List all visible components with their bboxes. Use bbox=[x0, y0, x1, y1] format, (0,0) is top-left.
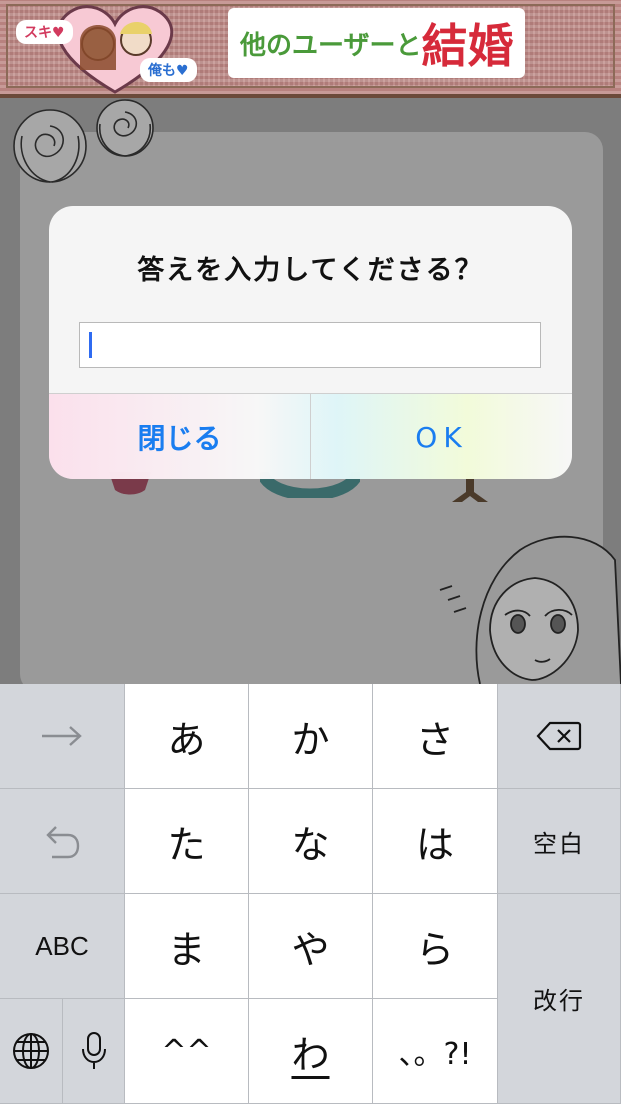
kana-key-ya[interactable]: や bbox=[249, 894, 373, 999]
banner-title: 他のユーザーと 結婚 bbox=[228, 8, 526, 78]
kana-key-label: わ bbox=[291, 1032, 330, 1077]
microphone-key[interactable] bbox=[63, 999, 125, 1104]
delete-key[interactable] bbox=[498, 684, 621, 789]
undo-key[interactable] bbox=[0, 789, 125, 894]
ok-button[interactable]: OK bbox=[311, 394, 572, 479]
abc-key-label: ABC bbox=[35, 930, 89, 961]
kana-key-ka[interactable]: か bbox=[249, 684, 373, 789]
delete-icon bbox=[536, 721, 582, 751]
ad-banner[interactable]: スキ♥ 俺も♥ 他のユーザーと 結婚 bbox=[0, 0, 621, 98]
kana-key-label: か bbox=[291, 717, 330, 762]
next-candidate-key[interactable] bbox=[0, 684, 125, 789]
kana-key-ta[interactable]: た bbox=[125, 789, 249, 894]
text-caret bbox=[89, 332, 92, 358]
couple-heart-illustration bbox=[56, 5, 174, 94]
kana-key-ha[interactable]: は bbox=[373, 789, 498, 894]
banner-title-main: 結婚 bbox=[421, 19, 514, 73]
punctuation-key[interactable]: 、。?! bbox=[373, 999, 498, 1104]
roses-decoration bbox=[13, 99, 154, 183]
emoticon-key[interactable]: ^^ bbox=[125, 999, 249, 1104]
kana-key-label: た bbox=[167, 822, 206, 867]
alert-button-row: 閉じる OK bbox=[49, 393, 572, 479]
kana-key-label: ら bbox=[415, 927, 454, 972]
arrow-right-icon bbox=[42, 726, 82, 746]
kana-key-label: あ bbox=[167, 717, 206, 762]
abc-key[interactable]: ABC bbox=[0, 894, 125, 999]
kana-key-a[interactable]: あ bbox=[125, 684, 249, 789]
input-alert-dialog: 答えを入力してくださる？ 閉じる OK bbox=[49, 206, 572, 479]
emoticon-key-label: ^^ bbox=[161, 1033, 212, 1069]
japanese-kana-keyboard: ABC あ か さ た な は ま や ら ^^ わ 、。?! 空白 改行 bbox=[0, 684, 621, 1104]
return-key-label: 改行 bbox=[533, 987, 585, 1015]
undo-icon bbox=[46, 826, 80, 859]
punctuation-key-label: 、。?! bbox=[398, 1037, 472, 1072]
kana-key-na[interactable]: な bbox=[249, 789, 373, 894]
kana-key-ra[interactable]: ら bbox=[373, 894, 498, 999]
kana-key-ma[interactable]: ま bbox=[125, 894, 249, 999]
kana-key-label: や bbox=[291, 927, 330, 972]
kana-key-label: ま bbox=[167, 927, 206, 972]
banner-title-prefix: 他のユーザーと bbox=[240, 30, 422, 61]
kana-key-label: な bbox=[291, 822, 330, 867]
space-key[interactable]: 空白 bbox=[498, 789, 621, 894]
microphone-icon bbox=[81, 1032, 106, 1069]
kana-key-sa[interactable]: さ bbox=[373, 684, 498, 789]
return-key[interactable]: 改行 bbox=[498, 894, 621, 1104]
close-button[interactable]: 閉じる bbox=[49, 394, 311, 479]
globe-icon bbox=[13, 1033, 49, 1069]
space-key-label: 空白 bbox=[533, 829, 585, 858]
kana-key-label: さ bbox=[415, 717, 454, 762]
kana-key-wa[interactable]: わ bbox=[249, 999, 373, 1104]
answer-input[interactable] bbox=[79, 322, 541, 368]
bubble-suki: スキ♥ bbox=[16, 20, 73, 44]
anime-girl-illustration bbox=[439, 535, 621, 684]
alert-title: 答えを入力してくださる？ bbox=[137, 255, 484, 286]
globe-key[interactable] bbox=[0, 999, 63, 1104]
bubble-ore: 俺も♥ bbox=[140, 58, 197, 82]
kana-key-label: は bbox=[415, 822, 454, 867]
